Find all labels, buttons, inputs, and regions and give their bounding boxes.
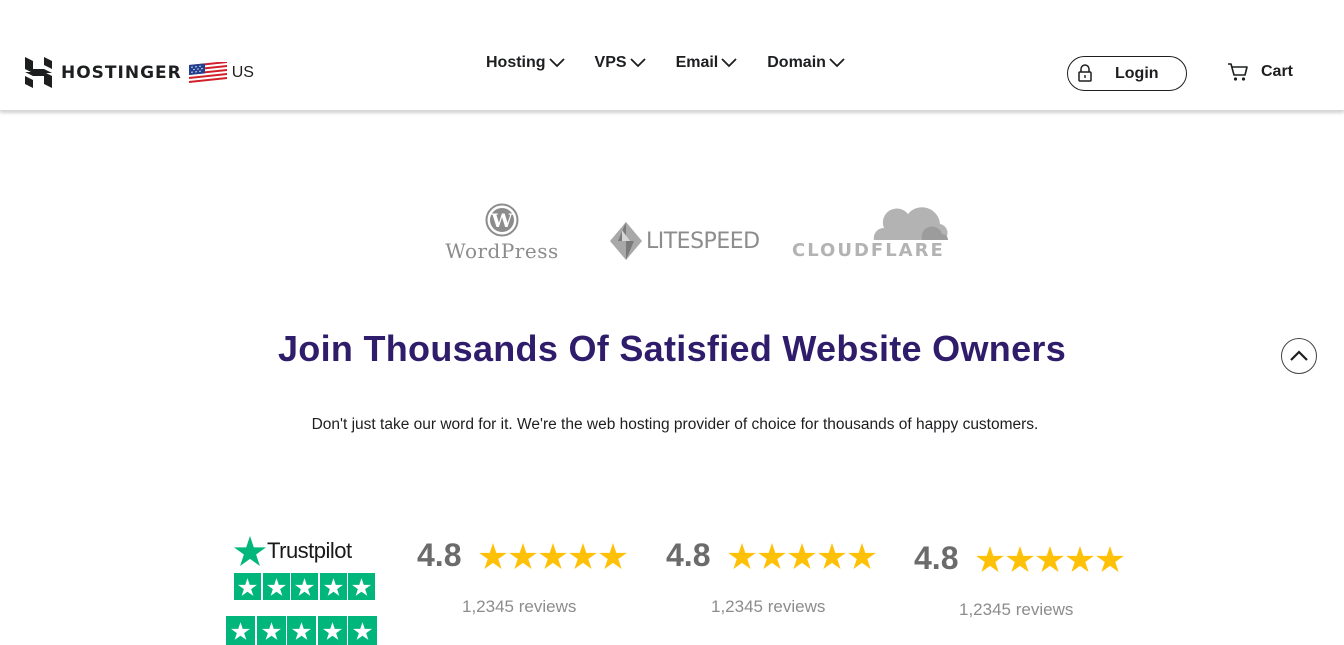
nav-domain-label: Domain xyxy=(767,54,826,71)
star-icon xyxy=(728,543,756,569)
chevron-down-icon xyxy=(829,58,845,68)
trustpilot-star-box xyxy=(262,573,290,600)
cart-button[interactable]: Cart xyxy=(1227,62,1293,82)
star-icon xyxy=(353,621,372,640)
star-icon xyxy=(352,577,371,596)
star-icon xyxy=(266,577,286,596)
trustpilot-logo: Trustpilot xyxy=(234,536,352,566)
chevron-up-icon xyxy=(1290,350,1308,361)
cloudflare-label: CLOUDFLARE xyxy=(792,240,945,261)
scroll-to-top-button[interactable] xyxy=(1281,338,1317,374)
country-code[interactable]: US xyxy=(232,64,254,82)
cart-icon xyxy=(1228,63,1248,81)
rating-score: 4.8 xyxy=(914,540,959,576)
rating-score: 4.8 xyxy=(666,537,711,573)
trustpilot-star-box xyxy=(348,616,377,645)
star-icon xyxy=(322,621,342,640)
trustpilot-star-box xyxy=(319,573,347,600)
trustpilot-label: Trustpilot xyxy=(267,538,352,563)
login-button[interactable]: Login xyxy=(1067,56,1187,91)
wordpress-icon: W xyxy=(485,203,519,237)
trustpilot-badge[interactable]: Trustpilot xyxy=(226,536,378,645)
trustpilot-star-box xyxy=(317,616,347,645)
litespeed-logo: LITESPEED xyxy=(610,222,760,260)
chevron-down-icon xyxy=(721,58,737,68)
litespeed-label: LITESPEED xyxy=(646,228,760,254)
brand-logo[interactable]: HOSTINGER US xyxy=(25,57,254,88)
cart-label: Cart xyxy=(1261,63,1294,80)
partner-logos: W WordPress LITESPEED CLOUDFLARE xyxy=(0,200,1344,270)
svg-text:W: W xyxy=(490,210,513,232)
wordpress-label: WordPress xyxy=(445,239,559,263)
site-header: HOSTINGER US Hosting VPS Email Domain Lo… xyxy=(0,0,1344,111)
nav-hosting-label: Hosting xyxy=(486,54,546,71)
star-icon xyxy=(292,621,311,640)
us-flag-icon[interactable] xyxy=(188,61,227,84)
cloudflare-logo: CLOUDFLARE xyxy=(790,202,955,262)
trustpilot-stars xyxy=(226,616,379,645)
rating-reviews: 1,2345 reviews xyxy=(959,600,1074,619)
page-title: Join Thousands Of Satisfied Website Owne… xyxy=(277,328,1067,369)
trustpilot-star-icon xyxy=(234,536,266,566)
star-icon xyxy=(295,577,314,596)
star-icon xyxy=(599,543,627,569)
nav-email-label: Email xyxy=(675,54,719,71)
trustpilot-star-box xyxy=(256,616,286,645)
star-icon xyxy=(1036,546,1064,572)
trustpilot-star-box xyxy=(226,616,255,645)
trustpilot-stars xyxy=(234,573,377,600)
chevron-down-icon xyxy=(548,58,565,68)
hostinger-logo-icon xyxy=(25,57,52,88)
rating-reviews: 1,2345 reviews xyxy=(711,597,826,616)
star-icon xyxy=(1066,546,1094,572)
star-icon xyxy=(479,543,507,569)
star-icon xyxy=(231,621,250,640)
star-icon xyxy=(323,577,343,596)
star-icon xyxy=(788,543,816,569)
nav-vps[interactable]: VPS xyxy=(595,54,646,72)
nav-email[interactable]: Email xyxy=(676,54,738,72)
star-icon xyxy=(818,543,846,569)
trustpilot-star-box xyxy=(287,616,316,645)
rating-reviews: 1,2345 reviews xyxy=(462,597,577,616)
trustpilot-star-box xyxy=(234,573,261,600)
star-icon xyxy=(539,543,567,569)
nav-vps-label: VPS xyxy=(594,54,627,71)
star-icon xyxy=(238,577,257,596)
rating-stars xyxy=(728,543,878,569)
login-label: Login xyxy=(1115,65,1159,82)
star-icon xyxy=(976,546,1004,572)
star-icon xyxy=(848,543,876,569)
rating-stars xyxy=(976,546,1126,572)
lock-icon xyxy=(1078,64,1092,82)
trustpilot-star-box xyxy=(291,573,318,600)
star-icon xyxy=(758,543,786,569)
wordpress-logo: W WordPress xyxy=(437,203,567,263)
rating-score: 4.8 xyxy=(417,537,462,573)
star-icon xyxy=(1006,546,1034,572)
main-nav: Hosting VPS Email Domain xyxy=(486,54,875,72)
trustpilot-star-box xyxy=(348,573,375,600)
litespeed-icon xyxy=(610,222,642,260)
chevron-down-icon xyxy=(629,58,646,68)
brand-name: HOSTINGER xyxy=(61,62,182,83)
star-icon xyxy=(569,543,597,569)
star-icon xyxy=(261,621,281,640)
cloudflare-icon xyxy=(873,207,948,240)
nav-domain[interactable]: Domain xyxy=(767,54,845,72)
star-icon xyxy=(509,543,537,569)
rating-stars xyxy=(479,543,629,569)
nav-hosting[interactable]: Hosting xyxy=(486,54,565,72)
star-icon xyxy=(1096,546,1124,572)
page-subtitle: Don't just take our word for it. We're t… xyxy=(311,416,1039,433)
